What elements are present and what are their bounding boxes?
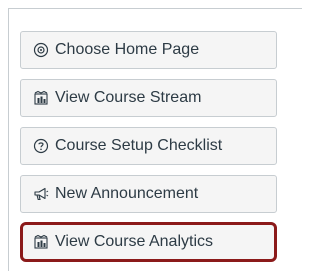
course-setup-checklist-button[interactable]: Course Setup Checklist bbox=[20, 127, 277, 165]
megaphone-icon bbox=[32, 186, 49, 203]
new-announcement-label: New Announcement bbox=[55, 185, 199, 202]
course-setup-checklist-label: Course Setup Checklist bbox=[55, 137, 223, 154]
view-course-stream-button[interactable]: View Course Stream bbox=[20, 79, 277, 117]
question-circle-icon bbox=[32, 138, 49, 155]
view-course-analytics-button[interactable]: View Course Analytics bbox=[20, 222, 277, 262]
home-page-icon bbox=[32, 42, 49, 59]
choose-home-page-button[interactable]: Choose Home Page bbox=[20, 31, 277, 69]
new-announcement-button[interactable]: New Announcement bbox=[20, 175, 277, 213]
analytics-icon bbox=[32, 234, 49, 251]
stream-icon bbox=[32, 90, 49, 107]
view-course-analytics-label: View Course Analytics bbox=[55, 233, 213, 250]
choose-home-page-label: Choose Home Page bbox=[55, 41, 200, 58]
view-course-stream-label: View Course Stream bbox=[55, 89, 202, 106]
